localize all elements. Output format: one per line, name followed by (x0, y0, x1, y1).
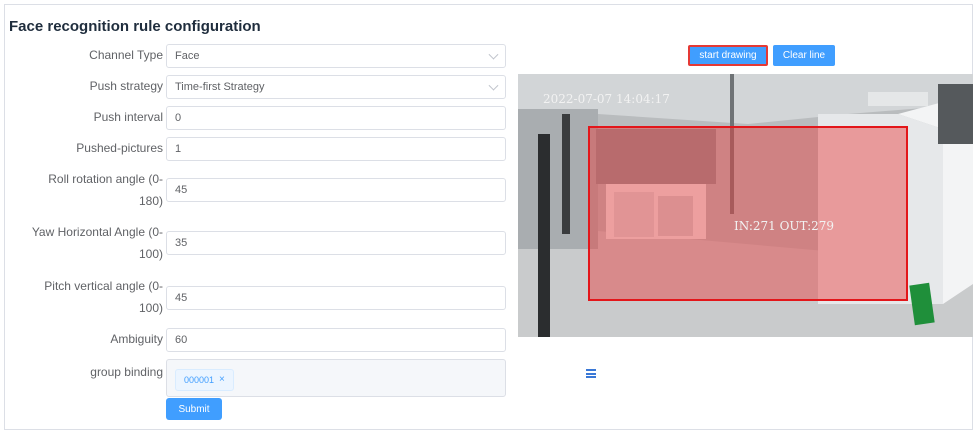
pitch-angle-label-line1: Pitch vertical angle (0- (44, 279, 163, 293)
channel-type-select[interactable]: Face (166, 44, 506, 68)
push-strategy-label: Push strategy (89, 79, 163, 93)
chevron-down-icon (488, 49, 499, 60)
yaw-angle-label-line1: Yaw Horizontal Angle (0- (31, 225, 163, 239)
push-strategy-select[interactable]: Time-first Strategy (166, 75, 506, 99)
ambiguity-input[interactable]: 60 (166, 328, 506, 352)
roll-angle-input[interactable]: 45 (166, 178, 506, 202)
group-tag: 000001 × (175, 369, 234, 391)
channel-type-value: Face (175, 50, 200, 62)
pitch-angle-label-line2: 100) (138, 301, 163, 315)
yaw-angle-label-line2: 100) (138, 247, 163, 261)
video-timestamp: 2022-07-07 14:04:17 (543, 92, 670, 106)
pitch-angle-input[interactable]: 45 (166, 286, 506, 310)
roll-angle-label-line2: 180) (138, 194, 163, 208)
channel-type-label: Channel Type (89, 48, 163, 62)
group-tag-label: 000001 (184, 375, 215, 385)
pitch-angle-value: 45 (175, 292, 188, 304)
people-counter: IN:271 OUT:279 (734, 219, 835, 233)
roll-angle-value: 45 (175, 184, 188, 196)
push-interval-value: 0 (175, 112, 182, 124)
group-binding-label: group binding (90, 365, 163, 379)
detection-region[interactable] (588, 126, 908, 301)
group-binding-select[interactable]: 000001 × (166, 359, 506, 397)
tag-close-icon[interactable]: × (219, 370, 225, 390)
page-title: Face recognition rule configuration (9, 18, 261, 35)
ambiguity-label: Ambiguity (110, 332, 163, 346)
submit-button[interactable]: Submit (166, 398, 222, 420)
roll-angle-label-line1: Roll rotation angle (0- (48, 172, 163, 186)
pushed-pictures-input[interactable]: 1 (166, 137, 506, 161)
chevron-down-icon (488, 80, 499, 91)
clear-line-button[interactable]: Clear line (773, 45, 835, 66)
push-interval-label: Push interval (93, 110, 163, 124)
start-drawing-button[interactable]: start drawing (688, 45, 768, 66)
yaw-angle-value: 35 (175, 237, 188, 249)
camera-preview[interactable]: 2022-07-07 14:04:17 IN:271 OUT:279 (518, 74, 973, 337)
push-strategy-value: Time-first Strategy (175, 81, 265, 93)
pushed-pictures-value: 1 (175, 143, 182, 155)
pushed-pictures-label: Pushed-pictures (76, 141, 163, 155)
ambiguity-value: 60 (175, 334, 188, 346)
menu-icon[interactable] (586, 369, 596, 378)
push-interval-input[interactable]: 0 (166, 106, 506, 130)
yaw-angle-input[interactable]: 35 (166, 231, 506, 255)
